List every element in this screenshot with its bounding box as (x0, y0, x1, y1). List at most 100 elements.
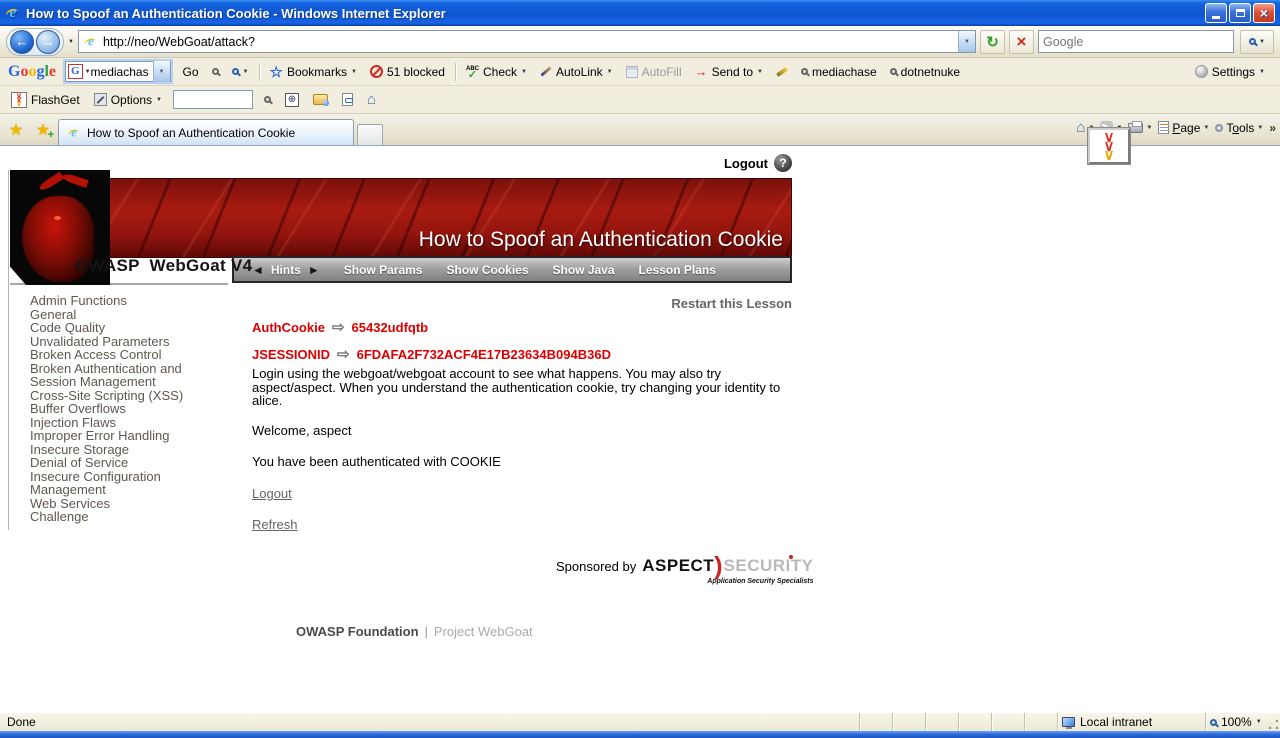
search-icon (1249, 38, 1257, 45)
sendto-button[interactable]: Send to (692, 62, 766, 81)
window-titlebar: How to Spoof an Authentication Cookie - … (0, 0, 1280, 26)
menu-item-show-java[interactable]: Show Java (553, 263, 615, 277)
dotnetnuke-search-button[interactable]: dotnetnuke (887, 63, 963, 81)
print-button[interactable] (1128, 120, 1152, 133)
next-hint-icon[interactable] (308, 263, 320, 277)
page-link-icon (342, 93, 353, 106)
menu-item-lesson-plans[interactable]: Lesson Plans (639, 263, 716, 277)
tools-menu-button[interactable]: Tools (1215, 121, 1263, 135)
print-dropdown[interactable] (1146, 125, 1152, 131)
search-input[interactable] (1043, 34, 1229, 49)
address-bar[interactable]: http://neo/WebGoat/attack? (77, 30, 976, 53)
search-site-button[interactable] (209, 66, 222, 77)
search-scope-dropdown[interactable] (243, 69, 249, 75)
menu-item-show-params[interactable]: Show Params (344, 263, 423, 277)
flashget-site-explorer-button[interactable] (310, 92, 331, 107)
stop-button[interactable] (1009, 29, 1034, 54)
logout-top-link[interactable]: Logout (724, 156, 768, 171)
zoom-control[interactable]: 100% (1205, 713, 1267, 731)
sidebar-item-injection-flaws[interactable]: Injection Flaws (30, 415, 220, 430)
google-search-input[interactable] (90, 64, 153, 79)
favorites-center-button[interactable] (4, 118, 28, 142)
history-dropdown[interactable] (68, 39, 74, 45)
printer-icon (1128, 120, 1144, 133)
search-options-dropdown[interactable] (1259, 39, 1265, 45)
flashget-search-button[interactable] (261, 94, 274, 105)
page-dropdown (1203, 125, 1209, 131)
minimize-button[interactable] (1205, 3, 1227, 23)
sidebar-item-code-quality[interactable]: Code Quality (30, 321, 220, 335)
google-search-combo[interactable]: G (65, 61, 171, 82)
sidebar-item-insecure-storage[interactable]: Insecure Storage (30, 442, 220, 457)
highlighter-button[interactable] (773, 66, 791, 77)
search-button[interactable] (1240, 29, 1274, 54)
logout-header: Logout (724, 154, 792, 172)
logo-red-dot (788, 555, 793, 559)
flashget-button[interactable]: ∨ ∨ ∨ FlashGet (8, 90, 83, 110)
close-button[interactable]: × (1253, 3, 1275, 23)
sidebar-item-admin-functions[interactable]: Admin Functions (30, 294, 220, 308)
flashget-options-button[interactable]: Options (91, 91, 165, 109)
settings-button[interactable]: Settings (1192, 63, 1268, 81)
sponsored-by-label: Sponsored by (556, 558, 637, 574)
flashget-search-icon (264, 96, 271, 103)
help-icon[interactable] (774, 154, 792, 172)
bookmarks-button[interactable]: Bookmarks (267, 61, 360, 83)
flashget-toolbar: ∨ ∨ ∨ FlashGet Options (0, 86, 1280, 114)
security-zone: Local intranet (1057, 713, 1205, 731)
google-toolbar: Google G Go Bookmarks 51 blocked ABC✓Che… (0, 58, 1280, 164)
restart-lesson-link[interactable]: Restart this Lesson (252, 296, 792, 311)
sidebar-item-general[interactable]: General (30, 307, 220, 322)
menu-item-hints[interactable]: Hints (271, 263, 301, 277)
flashget-search-input[interactable] (173, 90, 253, 109)
cookie-value: 6FDAFA2F732ACF4E17B23634B094B36D (356, 346, 611, 362)
sidebar-item-insecure-configuration[interactable]: Insecure Configuration Management (30, 469, 220, 497)
sidebar-item-challenge[interactable]: Challenge (30, 510, 220, 524)
restore-button[interactable] (1229, 3, 1251, 23)
flashget-home-button[interactable] (364, 89, 379, 110)
add-favorite-button[interactable] (31, 118, 55, 142)
popup-blocker-button[interactable]: 51 blocked (367, 63, 448, 81)
active-tab[interactable]: How to Spoof an Authentication Cookie (58, 119, 354, 145)
toolbar-overflow-chevron[interactable] (1269, 121, 1276, 135)
search-box[interactable] (1038, 30, 1234, 53)
sidebar-item-broken-access-control[interactable]: Broken Access Control (30, 348, 220, 362)
content-left-border (8, 170, 9, 530)
window-title: How to Spoof an Authentication Cookie - … (26, 5, 446, 21)
address-dropdown[interactable] (958, 31, 975, 52)
flashget-download-page-button[interactable] (339, 91, 356, 108)
word-find-icon (800, 68, 808, 75)
flashget-capture-button[interactable] (282, 91, 302, 109)
sidebar-item-broken-authentication[interactable]: Broken Authentication and Session Manage… (30, 361, 220, 389)
sidebar-item-improper-error-handling[interactable]: Improper Error Handling (30, 429, 220, 443)
sidebar-item-buffer-overflows[interactable]: Buffer Overflows (30, 402, 220, 416)
footer-project: Project WebGoat (433, 624, 533, 639)
page-menu-button[interactable]: Page (1158, 121, 1209, 135)
refresh-button[interactable] (980, 29, 1005, 54)
highlighter-icon (775, 66, 789, 77)
sidebar-item-xss[interactable]: Cross-Site Scripting (XSS) (30, 388, 220, 403)
tools-dropdown (1257, 125, 1263, 131)
logout-link[interactable]: Logout (252, 486, 292, 501)
gear-icon (1215, 123, 1224, 132)
autolink-button[interactable]: AutoLink (537, 63, 616, 81)
prev-hint-icon[interactable] (252, 263, 264, 277)
search-web-button[interactable] (229, 66, 252, 77)
sidebar-item-unvalidated-parameters[interactable]: Unvalidated Parameters (30, 334, 220, 349)
sidebar-item-denial-of-service[interactable]: Denial of Service (30, 456, 220, 470)
new-tab-button[interactable] (357, 124, 383, 145)
jsessionid-row: JSESSIONID 6FDAFA2F732ACF4E17B23634B094B… (252, 345, 611, 363)
google-go-button[interactable]: Go (180, 63, 202, 81)
mediachase-search-button[interactable]: mediachase (798, 63, 880, 81)
menu-item-show-cookies[interactable]: Show Cookies (446, 263, 528, 277)
flashget-dropzone[interactable]: ∨ ∨ ∨ (1088, 128, 1130, 164)
zoom-dropdown[interactable] (1256, 719, 1262, 725)
page-icon (1158, 121, 1170, 134)
spellcheck-button[interactable]: ABC ✓ Check (463, 63, 530, 81)
forward-button[interactable] (36, 29, 60, 54)
refresh-link[interactable]: Refresh (252, 517, 298, 532)
sidebar-item-web-services[interactable]: Web Services (30, 496, 220, 511)
google-search-dropdown[interactable] (152, 61, 170, 82)
back-button[interactable] (10, 29, 34, 54)
url-text[interactable]: http://neo/WebGoat/attack? (103, 35, 954, 49)
